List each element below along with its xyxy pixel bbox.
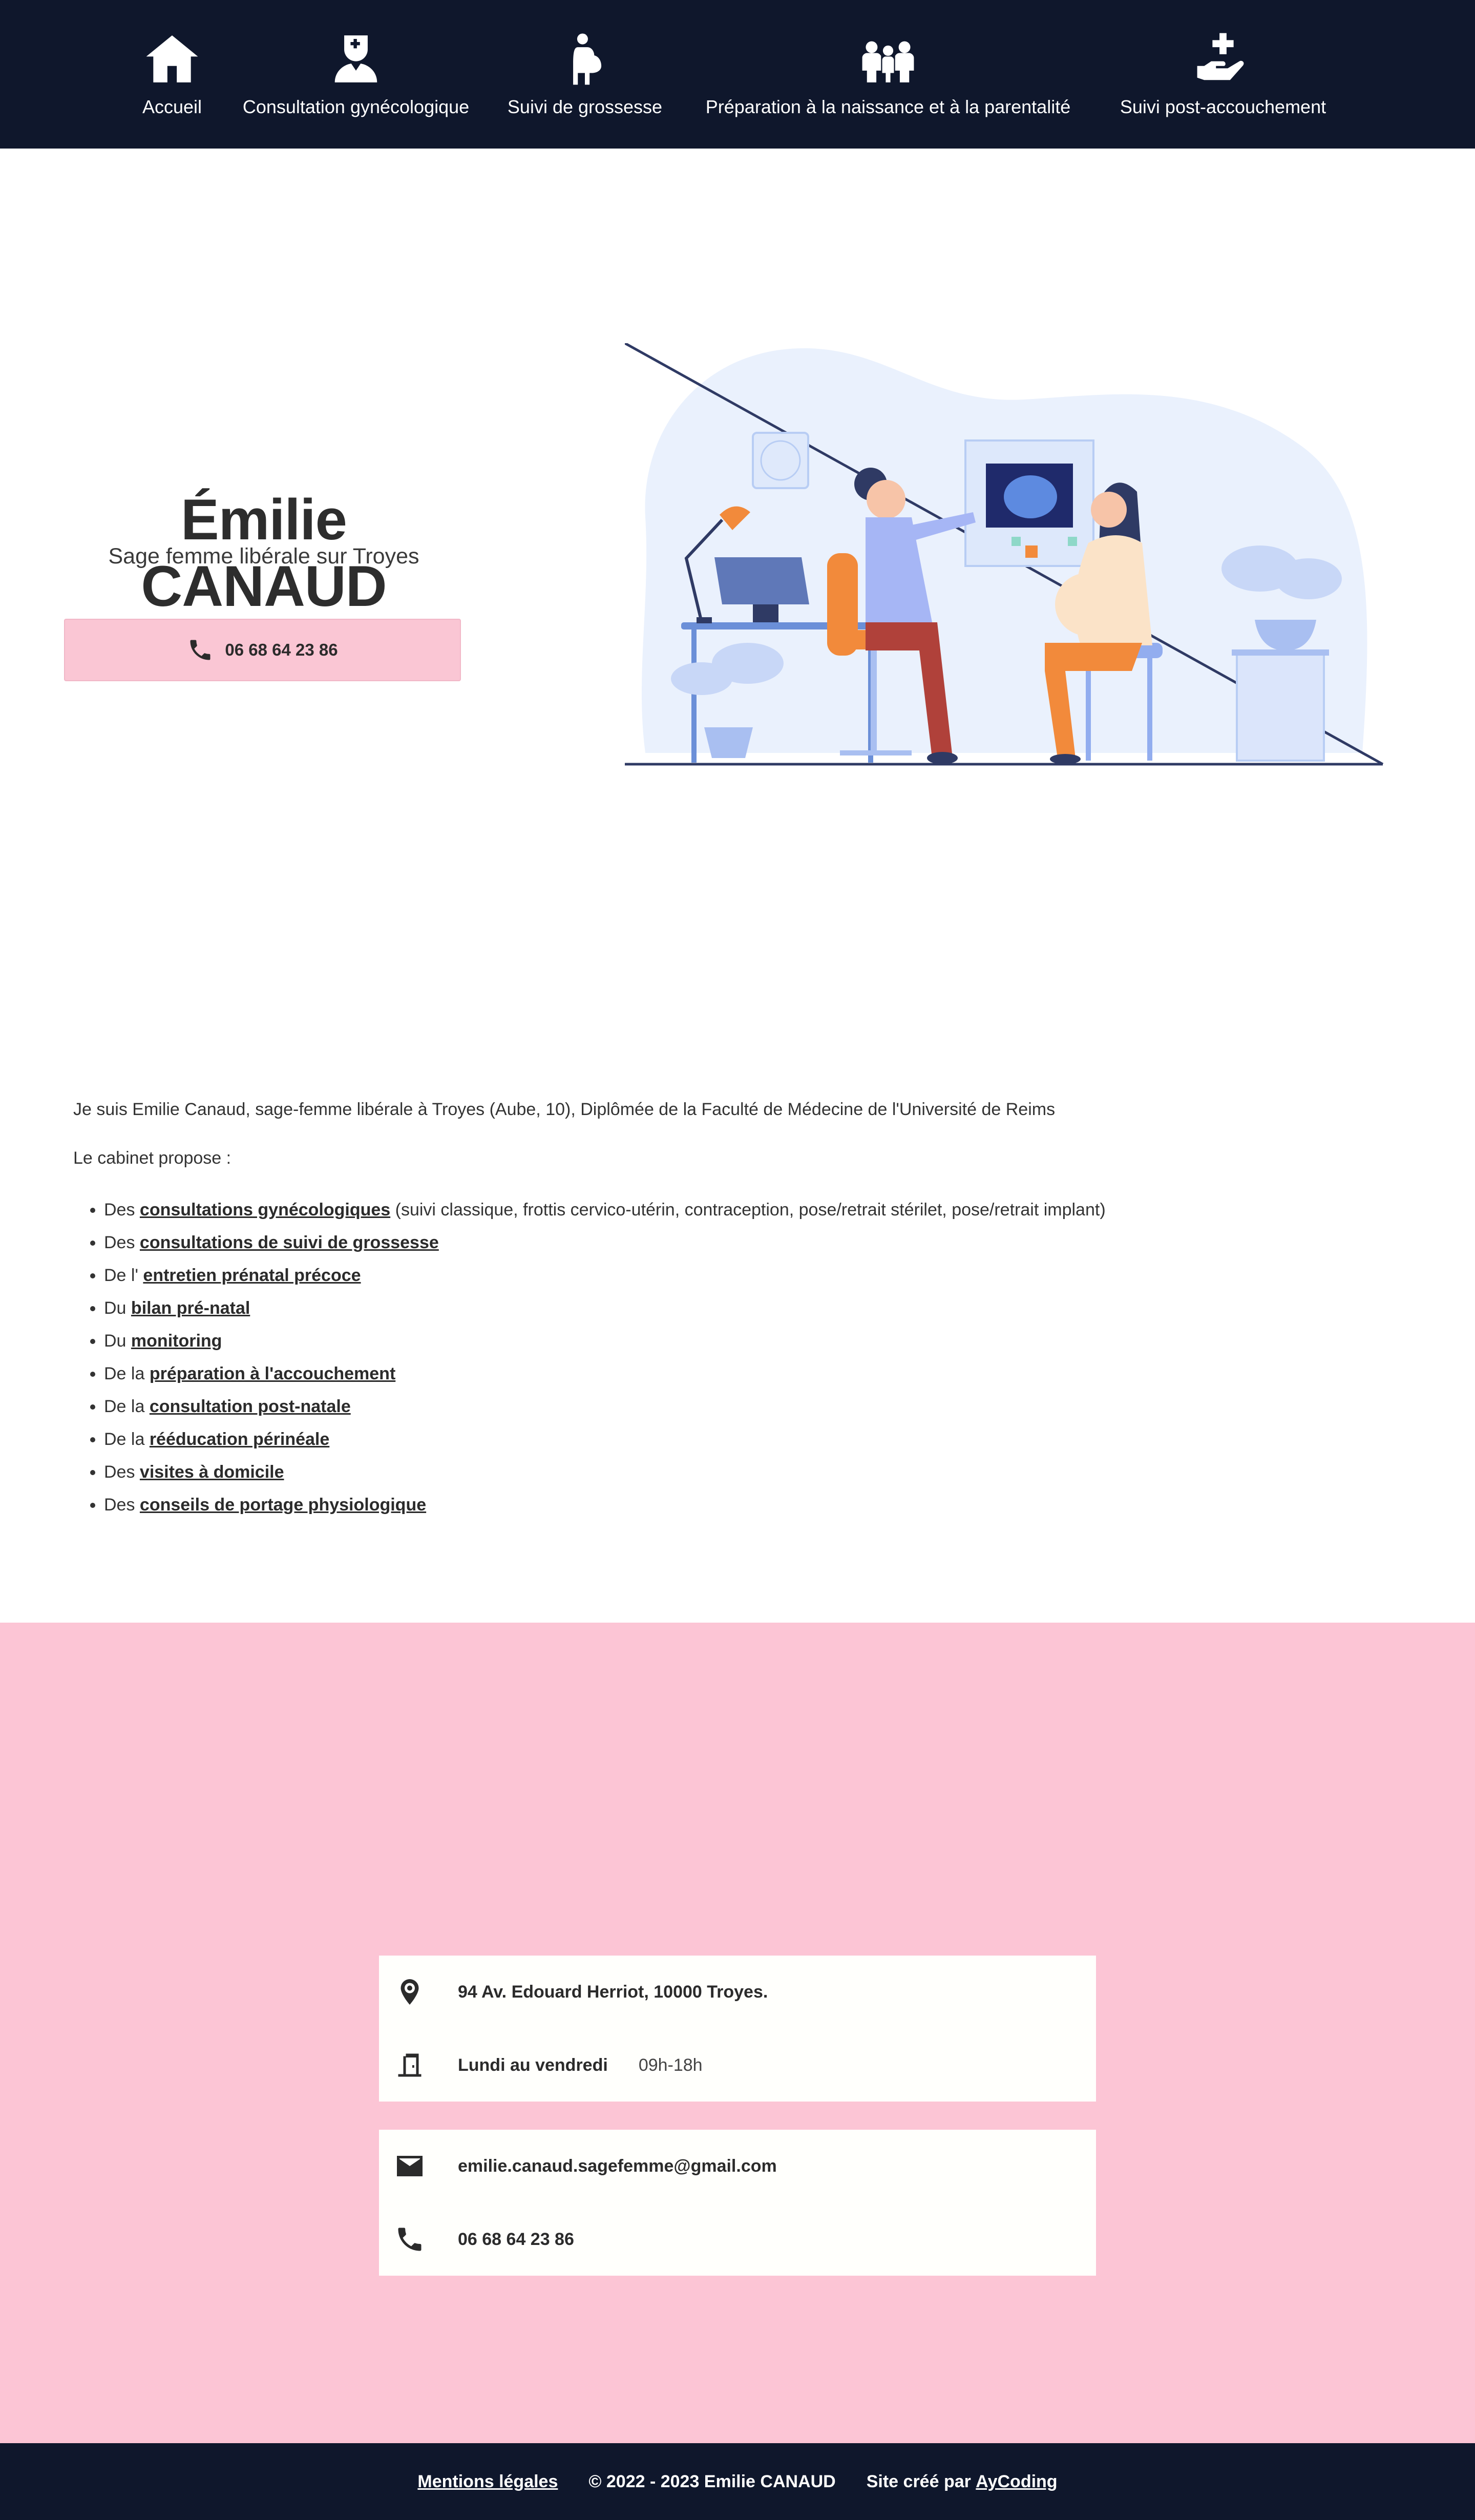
services-list: Des consultations gynécologiques (suivi … bbox=[73, 1193, 1106, 1521]
list-item: De l' entretien prénatal précoce bbox=[104, 1259, 1106, 1292]
service-prefix: De la bbox=[104, 1430, 150, 1449]
service-prefix: Des bbox=[104, 1462, 140, 1482]
phone-text: 06 68 64 23 86 bbox=[458, 2229, 574, 2249]
service-prefix: De la bbox=[104, 1364, 150, 1383]
nav-item-preparation-naissance[interactable]: Préparation à la naissance et à la paren… bbox=[696, 31, 1081, 123]
map-pin-icon bbox=[401, 1979, 419, 2005]
service-prefix: Du bbox=[104, 1331, 131, 1351]
nav-label: Suivi post-accouchement bbox=[1120, 96, 1326, 117]
legal-notice-link[interactable]: Mentions légales bbox=[417, 2472, 558, 2492]
service-prefix: De l' bbox=[104, 1266, 143, 1285]
pregnant-woman-icon bbox=[573, 33, 602, 85]
phone-icon bbox=[190, 640, 210, 660]
contact-section: 94 Av. Edouard Herriot, 10000 Troyes. Lu… bbox=[0, 1623, 1475, 2443]
service-link[interactable]: consultation post-natale bbox=[150, 1397, 351, 1416]
hand-holding-medical-icon bbox=[1197, 33, 1244, 80]
door-icon bbox=[398, 2053, 422, 2077]
list-item: Des visites à domicile bbox=[104, 1456, 1106, 1488]
nav-label: Préparation à la naissance et à la paren… bbox=[705, 96, 1071, 117]
location-card: 94 Av. Edouard Herriot, 10000 Troyes. Lu… bbox=[379, 1956, 1096, 2102]
service-link[interactable]: consultations de suivi de grossesse bbox=[140, 1233, 439, 1252]
address-row: 94 Av. Edouard Herriot, 10000 Troyes. bbox=[379, 1956, 1096, 2028]
list-item: De la consultation post-natale bbox=[104, 1390, 1106, 1423]
contact-card: emilie.canaud.sagefemme@gmail.com 06 68 … bbox=[379, 2130, 1096, 2276]
page-subtitle: Sage femme libérale sur Troyes bbox=[108, 544, 419, 569]
top-navigation: Accueil Consultation gynécologique Suivi… bbox=[0, 0, 1475, 149]
service-link[interactable]: conseils de portage physiologique bbox=[140, 1495, 426, 1515]
phone-icon bbox=[398, 2228, 422, 2251]
phone-button-label: 06 68 64 23 86 bbox=[225, 640, 338, 659]
copyright-text: © 2022 - 2023 Emilie CANAUD bbox=[588, 2471, 836, 2491]
list-item: Du bilan pré-natal bbox=[104, 1292, 1106, 1325]
opening-hours: 09h-18h bbox=[638, 2055, 703, 2075]
list-item: Des consultations gynécologiques (suivi … bbox=[104, 1193, 1106, 1226]
phone-call-button[interactable]: 06 68 64 23 86 bbox=[64, 619, 461, 681]
list-item: De la préparation à l'accouchement bbox=[104, 1357, 1106, 1390]
services-heading: Le cabinet propose : bbox=[73, 1148, 231, 1168]
envelope-icon bbox=[397, 2156, 423, 2176]
nav-item-suivi-grossesse[interactable]: Suivi de grossesse bbox=[508, 31, 662, 123]
service-suffix: (suivi classique, frottis cervico-utérin… bbox=[390, 1200, 1106, 1220]
email-row[interactable]: emilie.canaud.sagefemme@gmail.com bbox=[379, 2130, 1096, 2202]
intro-text: Je suis Emilie Canaud, sage-femme libéra… bbox=[73, 1100, 1056, 1119]
nurse-icon bbox=[334, 35, 377, 82]
service-link[interactable]: rééducation périnéale bbox=[150, 1430, 329, 1449]
site-footer: Mentions légales © 2022 - 2023 Emilie CA… bbox=[0, 2443, 1475, 2520]
list-item: Des consultations de suivi de grossesse bbox=[104, 1226, 1106, 1259]
service-link[interactable]: consultations gynécologiques bbox=[140, 1200, 390, 1220]
service-prefix: Des bbox=[104, 1233, 140, 1252]
address-text: 94 Av. Edouard Herriot, 10000 Troyes. bbox=[458, 1982, 768, 2002]
nav-label: Suivi de grossesse bbox=[507, 96, 663, 117]
service-prefix: Des bbox=[104, 1495, 140, 1515]
family-icon bbox=[862, 41, 914, 82]
list-item: De la rééducation périnéale bbox=[104, 1423, 1106, 1456]
service-prefix: Du bbox=[104, 1298, 131, 1318]
nav-item-accueil[interactable]: Accueil bbox=[141, 31, 203, 123]
nav-item-consultation-gynecologique[interactable]: Consultation gynécologique bbox=[236, 31, 476, 123]
list-item: Des conseils de portage physiologique bbox=[104, 1488, 1106, 1521]
service-link[interactable]: préparation à l'accouchement bbox=[150, 1364, 395, 1383]
nav-label: Consultation gynécologique bbox=[242, 96, 470, 117]
midwife-consultation-illustration bbox=[625, 343, 1384, 766]
hours-row: Lundi au vendredi 09h-18h bbox=[379, 2029, 1096, 2102]
credit-link[interactable]: AyCoding bbox=[976, 2472, 1057, 2492]
list-item: Du monitoring bbox=[104, 1325, 1106, 1357]
service-prefix: De la bbox=[104, 1397, 150, 1416]
service-link[interactable]: monitoring bbox=[131, 1331, 222, 1351]
email-text: emilie.canaud.sagefemme@gmail.com bbox=[458, 2156, 777, 2176]
credit-prefix: Site créé par bbox=[866, 2471, 976, 2491]
home-icon bbox=[146, 35, 198, 82]
nav-item-suivi-post-accouchement[interactable]: Suivi post-accouchement bbox=[1112, 31, 1334, 123]
service-link[interactable]: visites à domicile bbox=[140, 1462, 284, 1482]
opening-days: Lundi au vendredi bbox=[458, 2055, 608, 2075]
service-link[interactable]: entretien prénatal précoce bbox=[143, 1266, 361, 1285]
nav-label: Accueil bbox=[142, 96, 202, 117]
service-link[interactable]: bilan pré-natal bbox=[131, 1298, 250, 1318]
phone-row[interactable]: 06 68 64 23 86 bbox=[379, 2203, 1096, 2276]
service-prefix: Des bbox=[104, 1200, 140, 1220]
